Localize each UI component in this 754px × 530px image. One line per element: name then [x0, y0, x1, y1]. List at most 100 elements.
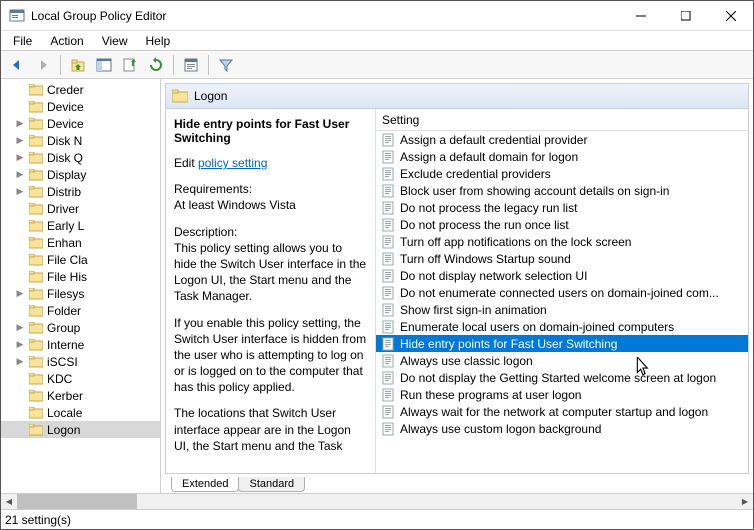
tree-item-label: Display: [47, 168, 86, 182]
refresh-button[interactable]: [144, 53, 168, 77]
setting-row[interactable]: Block user from showing account details …: [376, 182, 748, 199]
tree-item[interactable]: ▶ Disk N: [1, 132, 160, 149]
setting-label: Do not process the legacy run list: [400, 201, 577, 215]
up-button[interactable]: [66, 53, 90, 77]
list-header-label: Setting: [382, 113, 419, 127]
list-body[interactable]: Assign a default credential providerAssi…: [376, 131, 748, 473]
setting-label: Assign a default credential provider: [400, 133, 587, 147]
setting-label: Do not display network selection UI: [400, 269, 587, 283]
scroll-left-icon[interactable]: ◀: [1, 494, 17, 509]
chevron-right-icon: ▶: [15, 135, 25, 146]
tree-item[interactable]: ▶Device: [1, 115, 160, 132]
chevron-right-icon: ▶: [15, 288, 25, 299]
horizontal-scrollbar[interactable]: ◀ ▶: [1, 493, 753, 509]
setting-row[interactable]: Show first sign-in animation: [376, 301, 748, 318]
tree-item-label: Locale: [47, 406, 82, 420]
tree-item[interactable]: ▶Disk Q: [1, 149, 160, 166]
show-hide-tree-button[interactable]: [92, 53, 116, 77]
status-bar: 21 setting(s): [1, 509, 753, 529]
setting-row[interactable]: Do not enumerate connected users on doma…: [376, 284, 748, 301]
tree-item[interactable]: ▶iSCSI: [1, 353, 160, 370]
setting-row[interactable]: Assign a default domain for logon: [376, 148, 748, 165]
setting-label: Always use custom logon background: [400, 422, 601, 436]
menu-view[interactable]: View: [94, 32, 136, 50]
setting-label: Turn off Windows Startup sound: [400, 252, 571, 266]
tree-item[interactable]: Logon: [1, 421, 160, 438]
tree-item[interactable]: KDC: [1, 370, 160, 387]
tree-pane[interactable]: CrederDevice▶Device▶Disk N▶Disk Q▶Displa…: [1, 79, 161, 493]
setting-label: Always wait for the network at computer …: [400, 405, 708, 419]
setting-row[interactable]: Do not display the Getting Started welco…: [376, 369, 748, 386]
description-text-1: This policy setting allows you to hide t…: [174, 241, 366, 304]
setting-row[interactable]: Do not process the run once list: [376, 216, 748, 233]
tree-item-label: Group: [47, 321, 80, 335]
setting-row[interactable]: Always wait for the network at computer …: [376, 403, 748, 420]
tree-item-label: Disk N: [47, 134, 82, 148]
setting-row[interactable]: Always use custom logon background: [376, 420, 748, 437]
setting-label: Do not enumerate connected users on doma…: [400, 286, 719, 300]
folder-icon: [172, 89, 188, 103]
tree-item[interactable]: Locale: [1, 404, 160, 421]
setting-row[interactable]: Assign a default credential provider: [376, 131, 748, 148]
chevron-right-icon: ▶: [15, 339, 25, 350]
menu-help[interactable]: Help: [138, 32, 179, 50]
tree-item[interactable]: Folder: [1, 302, 160, 319]
tree-item[interactable]: Early L: [1, 217, 160, 234]
tree-item[interactable]: ▶ Display: [1, 166, 160, 183]
setting-row[interactable]: Enumerate local users on domain-joined c…: [376, 318, 748, 335]
tree-item-label: iSCSI: [47, 355, 78, 369]
forward-button[interactable]: [31, 53, 55, 77]
setting-row[interactable]: Hide entry points for Fast User Switchin…: [376, 335, 748, 352]
tab-standard[interactable]: Standard: [238, 477, 305, 492]
setting-row[interactable]: Exclude credential providers: [376, 165, 748, 182]
setting-row[interactable]: Run these programs at user logon: [376, 386, 748, 403]
tree-item[interactable]: Driver: [1, 200, 160, 217]
tree-item[interactable]: ▶Distrib: [1, 183, 160, 200]
tree-item[interactable]: ▶Filesys: [1, 285, 160, 302]
tree-item[interactable]: ▶Group: [1, 319, 160, 336]
tree-item-label: Logon: [47, 423, 80, 437]
setting-row[interactable]: Always use classic logon: [376, 352, 748, 369]
app-icon: [9, 8, 25, 24]
setting-label: Exclude credential providers: [400, 167, 551, 181]
chevron-right-icon: ▶: [15, 169, 25, 180]
tree-item-label: Interne: [47, 338, 84, 352]
scroll-thumb[interactable]: [17, 494, 137, 509]
setting-label: Do not process the run once list: [400, 218, 569, 232]
tree-item[interactable]: File Cla: [1, 251, 160, 268]
tree-item-label: File His: [47, 270, 87, 284]
maximize-button[interactable]: [663, 1, 708, 31]
menu-file[interactable]: File: [5, 32, 40, 50]
setting-label: Enumerate local users on domain-joined c…: [400, 320, 674, 334]
tree-item[interactable]: File His: [1, 268, 160, 285]
list-header[interactable]: Setting: [376, 109, 748, 131]
setting-row[interactable]: Do not process the legacy run list: [376, 199, 748, 216]
edit-policy-link[interactable]: policy setting: [198, 156, 267, 170]
back-button[interactable]: [5, 53, 29, 77]
close-button[interactable]: [708, 1, 753, 31]
tree-item-label: Disk Q: [47, 151, 83, 165]
setting-row[interactable]: Do not display network selection UI: [376, 267, 748, 284]
requirements-label: Requirements:: [174, 182, 252, 196]
scroll-right-icon[interactable]: ▶: [737, 494, 753, 509]
window-title: Local Group Policy Editor: [31, 9, 618, 23]
tree-item[interactable]: ▶ Interne: [1, 336, 160, 353]
properties-button[interactable]: [179, 53, 203, 77]
policy-title: Hide entry points for Fast User Switchin…: [174, 117, 367, 145]
tree-item[interactable]: Creder: [1, 81, 160, 98]
setting-row[interactable]: Turn off Windows Startup sound: [376, 250, 748, 267]
toolbar-separator: [173, 55, 174, 75]
tree-item[interactable]: Enhan: [1, 234, 160, 251]
setting-label: Block user from showing account details …: [400, 184, 669, 198]
menu-action[interactable]: Action: [42, 32, 91, 50]
setting-label: Run these programs at user logon: [400, 388, 581, 402]
filter-button[interactable]: [214, 53, 238, 77]
tab-extended[interactable]: Extended: [171, 477, 239, 492]
description-text-3: The locations that Switch User interface…: [174, 405, 367, 454]
export-list-button[interactable]: [118, 53, 142, 77]
minimize-button[interactable]: [618, 1, 663, 31]
tree-item[interactable]: Kerber: [1, 387, 160, 404]
tree-item[interactable]: Device: [1, 98, 160, 115]
tree-item-label: KDC: [47, 372, 72, 386]
setting-row[interactable]: Turn off app notifications on the lock s…: [376, 233, 748, 250]
